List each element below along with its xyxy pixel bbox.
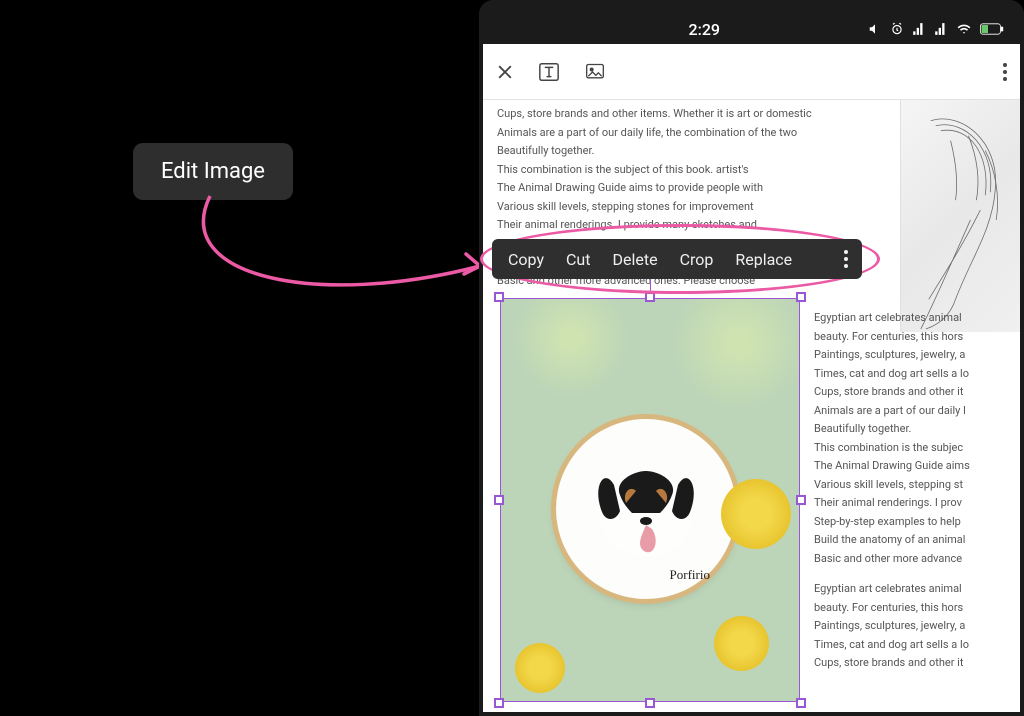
- doc-line: This combination is the subjec: [814, 440, 1024, 457]
- resize-handle-tr[interactable]: [796, 292, 806, 302]
- dog-illustration-icon: [574, 437, 718, 581]
- doc-line: Paintings, sculptures, jewelry, a: [814, 618, 1024, 635]
- resize-handle-bm[interactable]: [645, 698, 655, 708]
- embroidery-hoop: Porfirio: [556, 419, 736, 599]
- image-icon[interactable]: [583, 62, 607, 82]
- volume-icon: [868, 22, 882, 36]
- document-text-right: Egyptian art celebrates animal beauty. F…: [814, 310, 1024, 674]
- doc-line: Egyptian art celebrates animal: [814, 310, 1024, 327]
- doc-line: Cups, store brands and other it: [814, 384, 1024, 401]
- more-options-button[interactable]: [838, 250, 854, 268]
- cut-button[interactable]: Cut: [566, 250, 590, 269]
- doc-line: Step-by-step examples to help: [814, 514, 1024, 531]
- resize-handle-bl[interactable]: [494, 698, 504, 708]
- status-time: 2:29: [689, 20, 721, 39]
- sketch-image[interactable]: [900, 100, 1020, 332]
- resize-handle-tl[interactable]: [494, 292, 504, 302]
- delete-button[interactable]: Delete: [612, 250, 657, 269]
- doc-line: Various skill levels, stepping st: [814, 477, 1024, 494]
- flower-decoration: [714, 616, 769, 671]
- resize-handle-tm[interactable]: [645, 292, 655, 302]
- foliage-decoration: [511, 298, 631, 399]
- more-icon[interactable]: [1002, 62, 1008, 82]
- battery-icon: [980, 22, 1004, 36]
- doc-line: Animals are a part of our daily life, th…: [497, 125, 817, 142]
- signature-text: Porfirio: [670, 567, 710, 583]
- editor-toolbar: [483, 44, 1020, 100]
- doc-line: This combination is the subject of this …: [497, 162, 817, 179]
- resize-handle-ml[interactable]: [494, 495, 504, 505]
- doc-line: Times, cat and dog art sells a lo: [814, 637, 1024, 654]
- doc-line: The Animal Drawing Guide aims to provide…: [497, 180, 817, 197]
- doc-line: Animals are a part of our daily l: [814, 403, 1024, 420]
- doc-line: Beautifully together.: [497, 143, 817, 160]
- foliage-decoration: [669, 298, 800, 413]
- doc-line: Their animal renderings. I provide many …: [497, 217, 817, 234]
- horse-sketch-icon: [901, 100, 1020, 332]
- doc-line: Their animal renderings. I prov: [814, 495, 1024, 512]
- doc-line: Basic and other more advance: [814, 551, 1024, 568]
- doc-line: Beautifully together.: [814, 421, 1024, 438]
- flower-decoration: [515, 643, 565, 693]
- text-format-icon[interactable]: [537, 61, 561, 83]
- doc-line: Cups, store brands and other items. Whet…: [497, 106, 817, 123]
- doc-line: Paintings, sculptures, jewelry, a: [814, 347, 1024, 364]
- status-icons: [868, 22, 1004, 36]
- copy-button[interactable]: Copy: [508, 250, 544, 269]
- crop-button[interactable]: Crop: [680, 250, 714, 269]
- doc-line: Egyptian art celebrates animal: [814, 581, 1024, 598]
- status-bar: 2:29: [483, 14, 1020, 44]
- selected-image[interactable]: Porfirio: [500, 298, 800, 702]
- embroidery-image[interactable]: Porfirio: [500, 298, 800, 702]
- signal-icon-2: [934, 22, 948, 36]
- image-context-menu: Copy Cut Delete Crop Replace: [492, 239, 862, 279]
- replace-button[interactable]: Replace: [735, 250, 792, 269]
- doc-line: beauty. For centuries, this hors: [814, 600, 1024, 617]
- doc-line: beauty. For centuries, this hors: [814, 329, 1024, 346]
- flower-decoration: [721, 479, 791, 549]
- doc-line: The Animal Drawing Guide aims: [814, 458, 1024, 475]
- doc-line: Times, cat and dog art sells a lo: [814, 366, 1024, 383]
- wifi-icon: [956, 22, 972, 36]
- close-icon[interactable]: [495, 62, 515, 82]
- annotation-arrow: [170, 188, 500, 318]
- signal-icon: [912, 22, 926, 36]
- doc-line: Build the anatomy of an animal: [814, 532, 1024, 549]
- resize-handle-mr[interactable]: [796, 495, 806, 505]
- doc-line: Various skill levels, stepping stones fo…: [497, 199, 817, 216]
- doc-line: Cups, store brands and other it: [814, 655, 1024, 672]
- resize-handle-br[interactable]: [796, 698, 806, 708]
- alarm-icon: [890, 22, 904, 36]
